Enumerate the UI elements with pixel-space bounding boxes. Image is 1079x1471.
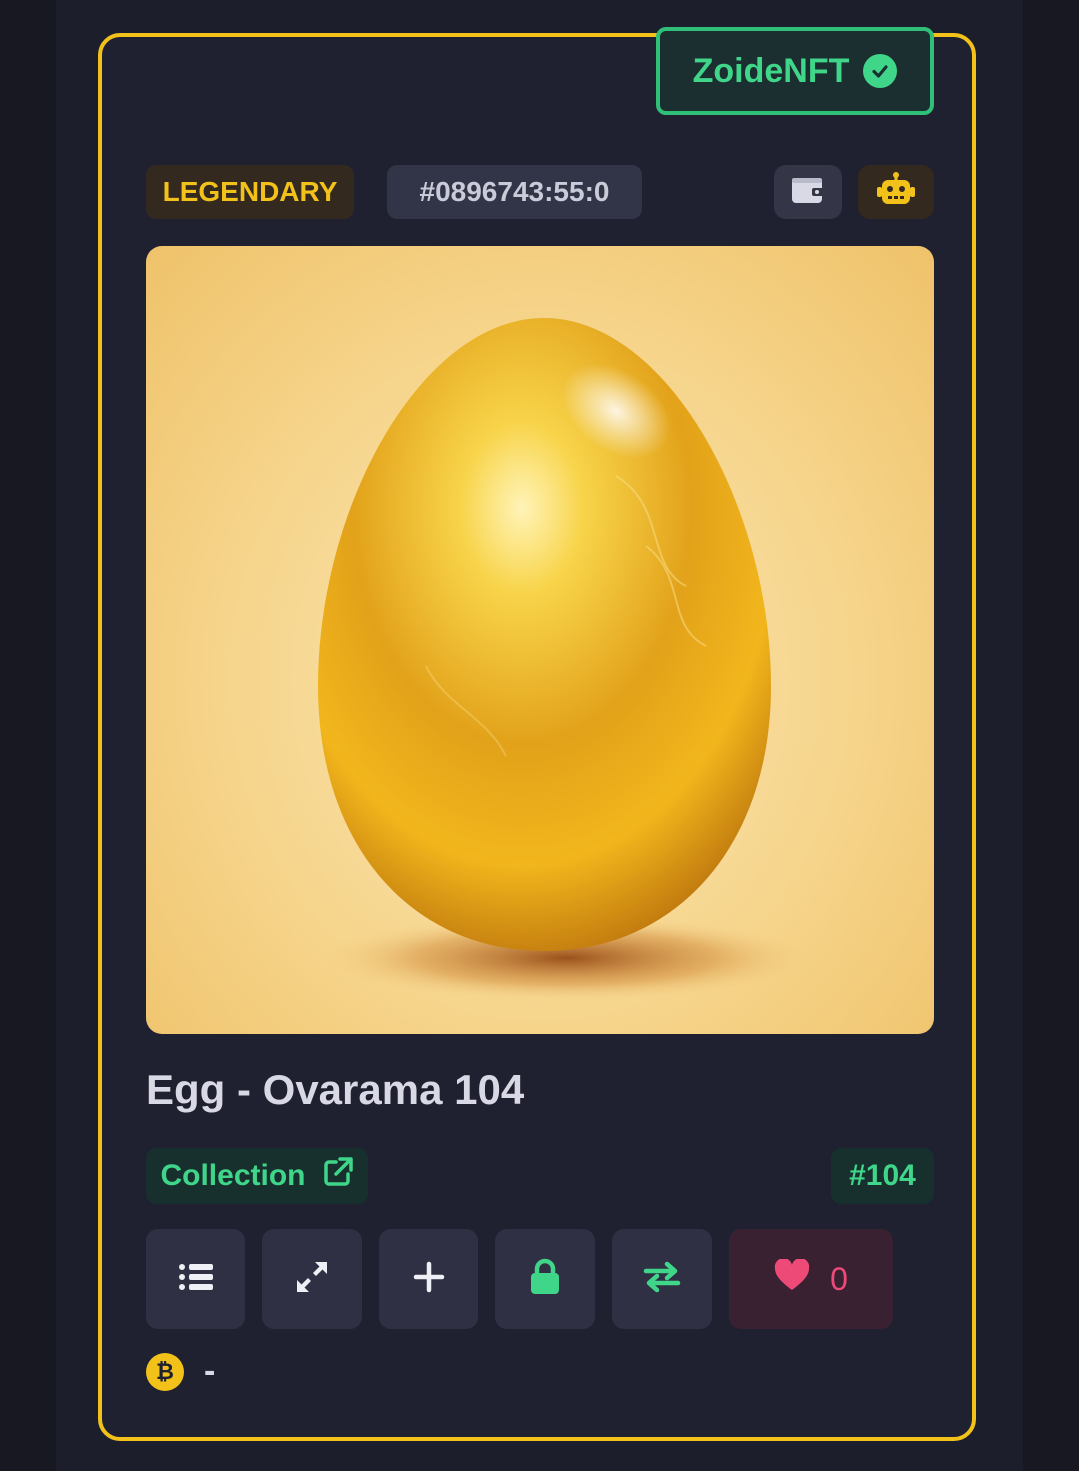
like-count: 0: [830, 1260, 848, 1297]
add-button[interactable]: [379, 1229, 478, 1329]
owner-name: ZoideNFT: [692, 51, 850, 90]
swap-icon: [643, 1260, 681, 1299]
lock-button[interactable]: [495, 1229, 595, 1329]
robot-icon: [875, 171, 917, 213]
heart-icon: [774, 1258, 810, 1299]
verified-check-icon: [863, 54, 898, 88]
price-value: -: [204, 1352, 216, 1390]
plus-icon: [413, 1261, 445, 1298]
lock-icon: [529, 1258, 561, 1301]
bitcoin-icon: ₿: [146, 1352, 184, 1391]
page-gutter-left: [0, 0, 56, 1471]
nft-title: Egg - Ovarama 104: [146, 1066, 525, 1113]
inscription-id-badge[interactable]: #0896743:55:0: [387, 165, 642, 219]
robot-button[interactable]: [858, 165, 934, 219]
nft-artwork-image[interactable]: [146, 246, 934, 1034]
expand-icon: [294, 1259, 330, 1300]
list-icon: [178, 1262, 214, 1297]
like-button[interactable]: 0: [729, 1229, 893, 1329]
external-link-icon: [322, 1156, 354, 1196]
details-button[interactable]: [146, 1229, 245, 1329]
transfer-button[interactable]: [612, 1229, 712, 1329]
owner-badge[interactable]: ZoideNFT: [656, 27, 934, 115]
collection-link[interactable]: Collection: [146, 1148, 368, 1204]
page: ZoideNFT LEGENDARY #0896743:55:0 Egg - O…: [0, 0, 1079, 1471]
wallet-button[interactable]: [774, 165, 842, 219]
rarity-badge: LEGENDARY: [146, 165, 354, 219]
page-gutter-right: [1023, 0, 1079, 1471]
expand-button[interactable]: [262, 1229, 362, 1329]
wallet-icon: [790, 174, 826, 211]
nft-number-badge: #104: [831, 1148, 934, 1204]
egg-artwork: [316, 318, 816, 1002]
price-row: ₿ -: [146, 1352, 215, 1391]
collection-label: Collection: [160, 1159, 306, 1192]
